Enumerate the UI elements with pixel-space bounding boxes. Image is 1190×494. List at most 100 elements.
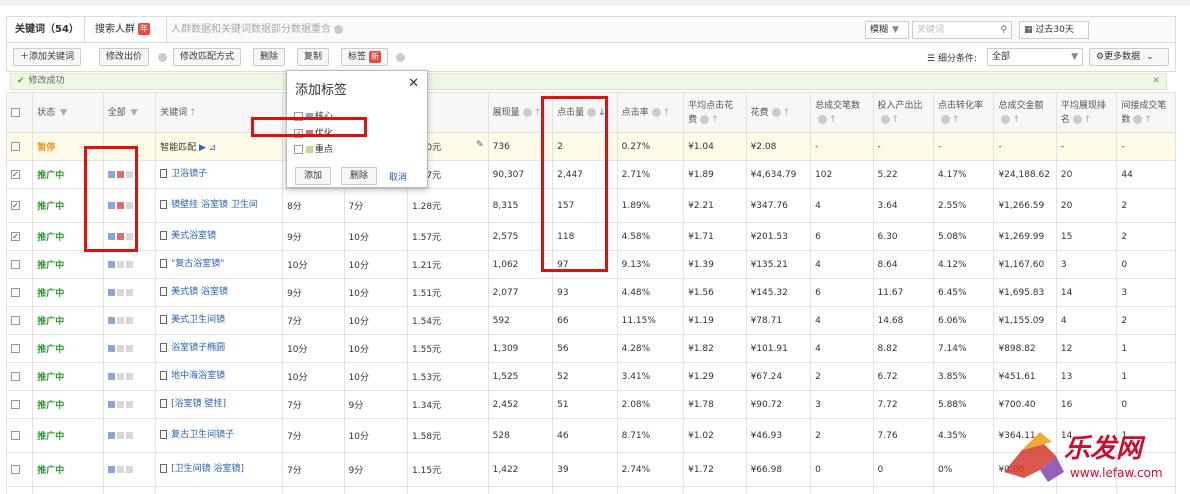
row-tags[interactable] bbox=[102, 486, 157, 494]
help-icon[interactable] bbox=[1072, 114, 1082, 124]
edit-bid-button[interactable]: 修改出价 bbox=[99, 48, 150, 66]
row-keyword[interactable]: 复古卫生间镜子 bbox=[155, 418, 284, 453]
keyword-search-input[interactable]: 关键词 ⚲ bbox=[912, 21, 1012, 39]
row-checkbox-cell[interactable] bbox=[5, 306, 34, 335]
row-checkbox-cell[interactable] bbox=[5, 418, 34, 453]
popup-cancel-link[interactable]: 取消 bbox=[389, 170, 407, 183]
row-checkbox[interactable]: ✓ bbox=[11, 200, 20, 210]
row-keyword-link[interactable]: 复古卫生间镜子 bbox=[171, 430, 234, 440]
row-checkbox[interactable] bbox=[11, 259, 20, 269]
chart-icon[interactable]: ⊿ bbox=[209, 143, 217, 153]
row-checkbox-cell[interactable] bbox=[5, 486, 34, 494]
tag-checkbox-key[interactable] bbox=[294, 145, 303, 154]
select-all-checkbox[interactable] bbox=[11, 107, 20, 117]
col-avg-cpc[interactable]: 平均点击花费 ↑ bbox=[683, 92, 747, 133]
close-icon[interactable]: ✕ bbox=[408, 76, 419, 91]
row-checkbox[interactable]: ✓ bbox=[11, 169, 20, 179]
help-icon[interactable] bbox=[771, 107, 781, 117]
help-icon[interactable] bbox=[1133, 114, 1143, 124]
help-icon[interactable] bbox=[651, 107, 661, 117]
row-keyword-link[interactable]: 美式卫生间镜 bbox=[171, 315, 225, 325]
row-keyword-link[interactable]: 美式镜 浴室镜 bbox=[171, 287, 228, 297]
date-range-button[interactable]: ▦ 过去30天 bbox=[1019, 21, 1089, 39]
row-checkbox-cell[interactable]: ✓ bbox=[5, 188, 34, 223]
tab-keywords[interactable]: 关键词（54） bbox=[7, 17, 85, 43]
row-checkbox-cell[interactable] bbox=[5, 390, 34, 419]
help-icon[interactable] bbox=[334, 24, 343, 34]
row-checkbox-cell[interactable] bbox=[5, 452, 34, 487]
filter-select[interactable]: 全部 ▼ bbox=[987, 48, 1083, 66]
tag-button[interactable]: 标签新 bbox=[341, 48, 389, 66]
row-checkbox[interactable] bbox=[11, 464, 20, 474]
edit-match-button[interactable]: 修改匹配方式 bbox=[173, 48, 242, 66]
row-checkbox-cell[interactable]: ✓ bbox=[5, 222, 34, 251]
col-indirect-orders[interactable]: 间接成交笔数 ↑ bbox=[1116, 92, 1176, 133]
col-total-orders[interactable]: 总成交笔数 ↑ bbox=[810, 92, 874, 133]
row-checkbox-cell[interactable] bbox=[5, 334, 34, 363]
table-row[interactable]: 推广中 [浴室镜 壁挂] 7分 9分 1.34元 2,452 51 2.08% ¥1.78 ¥90… bbox=[5, 390, 1176, 419]
row-keyword[interactable]: "复古浴室镜" bbox=[155, 250, 284, 279]
help-icon[interactable] bbox=[158, 53, 167, 62]
row-keyword-link[interactable]: 镜壁挂 浴室镜 卫生间 bbox=[171, 200, 258, 210]
row-checkbox-cell[interactable]: ✓ bbox=[5, 160, 34, 189]
tag-option-key[interactable]: 重点 bbox=[294, 142, 333, 155]
row-keyword[interactable]: 美式浴室镜 bbox=[155, 222, 284, 251]
row-keyword-link[interactable]: [卫生间镜 浴室镜] bbox=[171, 464, 244, 474]
row-keyword-link[interactable]: 浴室镜子椭圆 bbox=[171, 343, 225, 353]
row-keyword-link[interactable]: [浴室镜 壁挂] bbox=[171, 399, 226, 409]
row-tags[interactable] bbox=[102, 390, 157, 419]
match-select[interactable]: 模糊 ▼ bbox=[865, 21, 909, 39]
help-icon[interactable] bbox=[700, 114, 710, 124]
table-row[interactable]: 推广中 美式卫生间镜 7分 10分 1.54元 592 66 11.15% ¥1.19 ¥78.7… bbox=[5, 306, 1176, 335]
close-icon[interactable]: ✕ bbox=[1152, 74, 1160, 89]
row-checkbox[interactable]: ✓ bbox=[11, 231, 20, 241]
col-all[interactable]: 全部 ▼ bbox=[102, 92, 157, 133]
col-status[interactable]: 状态 ▼ bbox=[32, 92, 104, 133]
row-keyword-link[interactable]: 美式浴室镜 bbox=[171, 231, 216, 241]
row-checkbox-cell[interactable] bbox=[5, 278, 34, 307]
row-keyword-link[interactable]: 地中海浴室镜 bbox=[171, 371, 225, 381]
delete-button[interactable]: 删除 bbox=[253, 48, 286, 66]
table-row[interactable]: 推广中 地中海浴室镜 10分 10分 1.53元 1,525 52 3.41% ¥1.29 ¥67… bbox=[5, 362, 1176, 391]
help-icon[interactable] bbox=[522, 107, 532, 117]
row-keyword[interactable]: 浴室镜子椭圆 bbox=[155, 334, 284, 363]
row-checkbox-cell[interactable] bbox=[5, 362, 34, 391]
help-icon[interactable] bbox=[940, 114, 950, 124]
col-cost[interactable]: 花费 ↑ bbox=[745, 92, 812, 133]
play-icon[interactable]: ▶ bbox=[199, 143, 206, 153]
col-total-amount[interactable]: 总成交金额 ↑ bbox=[993, 92, 1057, 133]
row-checkbox[interactable] bbox=[11, 315, 20, 325]
col-avg-rank[interactable]: 平均展现排名 ↑ bbox=[1055, 92, 1118, 133]
row-keyword[interactable]: [卫生间镜 浴室镜] bbox=[155, 452, 284, 487]
col-roi[interactable]: 投入产出比 ↑ bbox=[872, 92, 934, 133]
select-all-checkbox-cell[interactable] bbox=[5, 92, 34, 133]
help-icon[interactable] bbox=[396, 53, 405, 62]
row-tags[interactable] bbox=[102, 306, 157, 335]
col-ctr[interactable]: 点击率 ↑ bbox=[616, 92, 685, 133]
row-tags[interactable] bbox=[102, 418, 157, 453]
row-keyword[interactable]: [浴室镜 壁挂] bbox=[155, 390, 284, 419]
row-keyword[interactable]: 卫浴镜子 bbox=[155, 160, 284, 189]
more-data-button[interactable]: ⚙更多数据 ⌄ bbox=[1089, 48, 1169, 66]
row-keyword[interactable]: 仿古浴室镜 bbox=[155, 486, 284, 494]
row-checkbox[interactable] bbox=[11, 287, 20, 297]
row-tags[interactable] bbox=[102, 452, 157, 487]
row-checkbox[interactable] bbox=[11, 343, 20, 353]
row-checkbox[interactable] bbox=[11, 141, 20, 151]
row-checkbox[interactable] bbox=[11, 399, 20, 409]
row-checkbox[interactable] bbox=[11, 430, 20, 440]
table-row[interactable]: 推广中 浴室镜子椭圆 10分 10分 1.55元 1,309 56 4.28% ¥1.82 ¥10… bbox=[5, 334, 1176, 363]
tab-audience[interactable]: 搜索人群年 bbox=[87, 17, 167, 43]
row-keyword[interactable]: 美式镜 浴室镜 bbox=[155, 278, 284, 307]
popup-add-button[interactable]: 添加 bbox=[295, 167, 332, 185]
help-icon[interactable] bbox=[818, 114, 828, 124]
add-keyword-button[interactable]: ＋添加关键词 bbox=[13, 48, 82, 66]
popup-delete-button[interactable]: 删除 bbox=[341, 167, 378, 185]
table-row[interactable]: 推广中 美式镜 浴室镜 9分 10分 1.51元 2,077 93 4.48% ¥1.56 ¥14… bbox=[5, 278, 1176, 307]
col-cvr[interactable]: 点击转化率 ↑ bbox=[932, 92, 995, 133]
row-keyword-link[interactable]: "复古浴室镜" bbox=[171, 259, 224, 269]
row-tags[interactable] bbox=[102, 334, 157, 363]
row-tags[interactable] bbox=[102, 250, 157, 279]
row-tags[interactable] bbox=[102, 362, 157, 391]
row-checkbox-cell[interactable] bbox=[5, 250, 34, 279]
